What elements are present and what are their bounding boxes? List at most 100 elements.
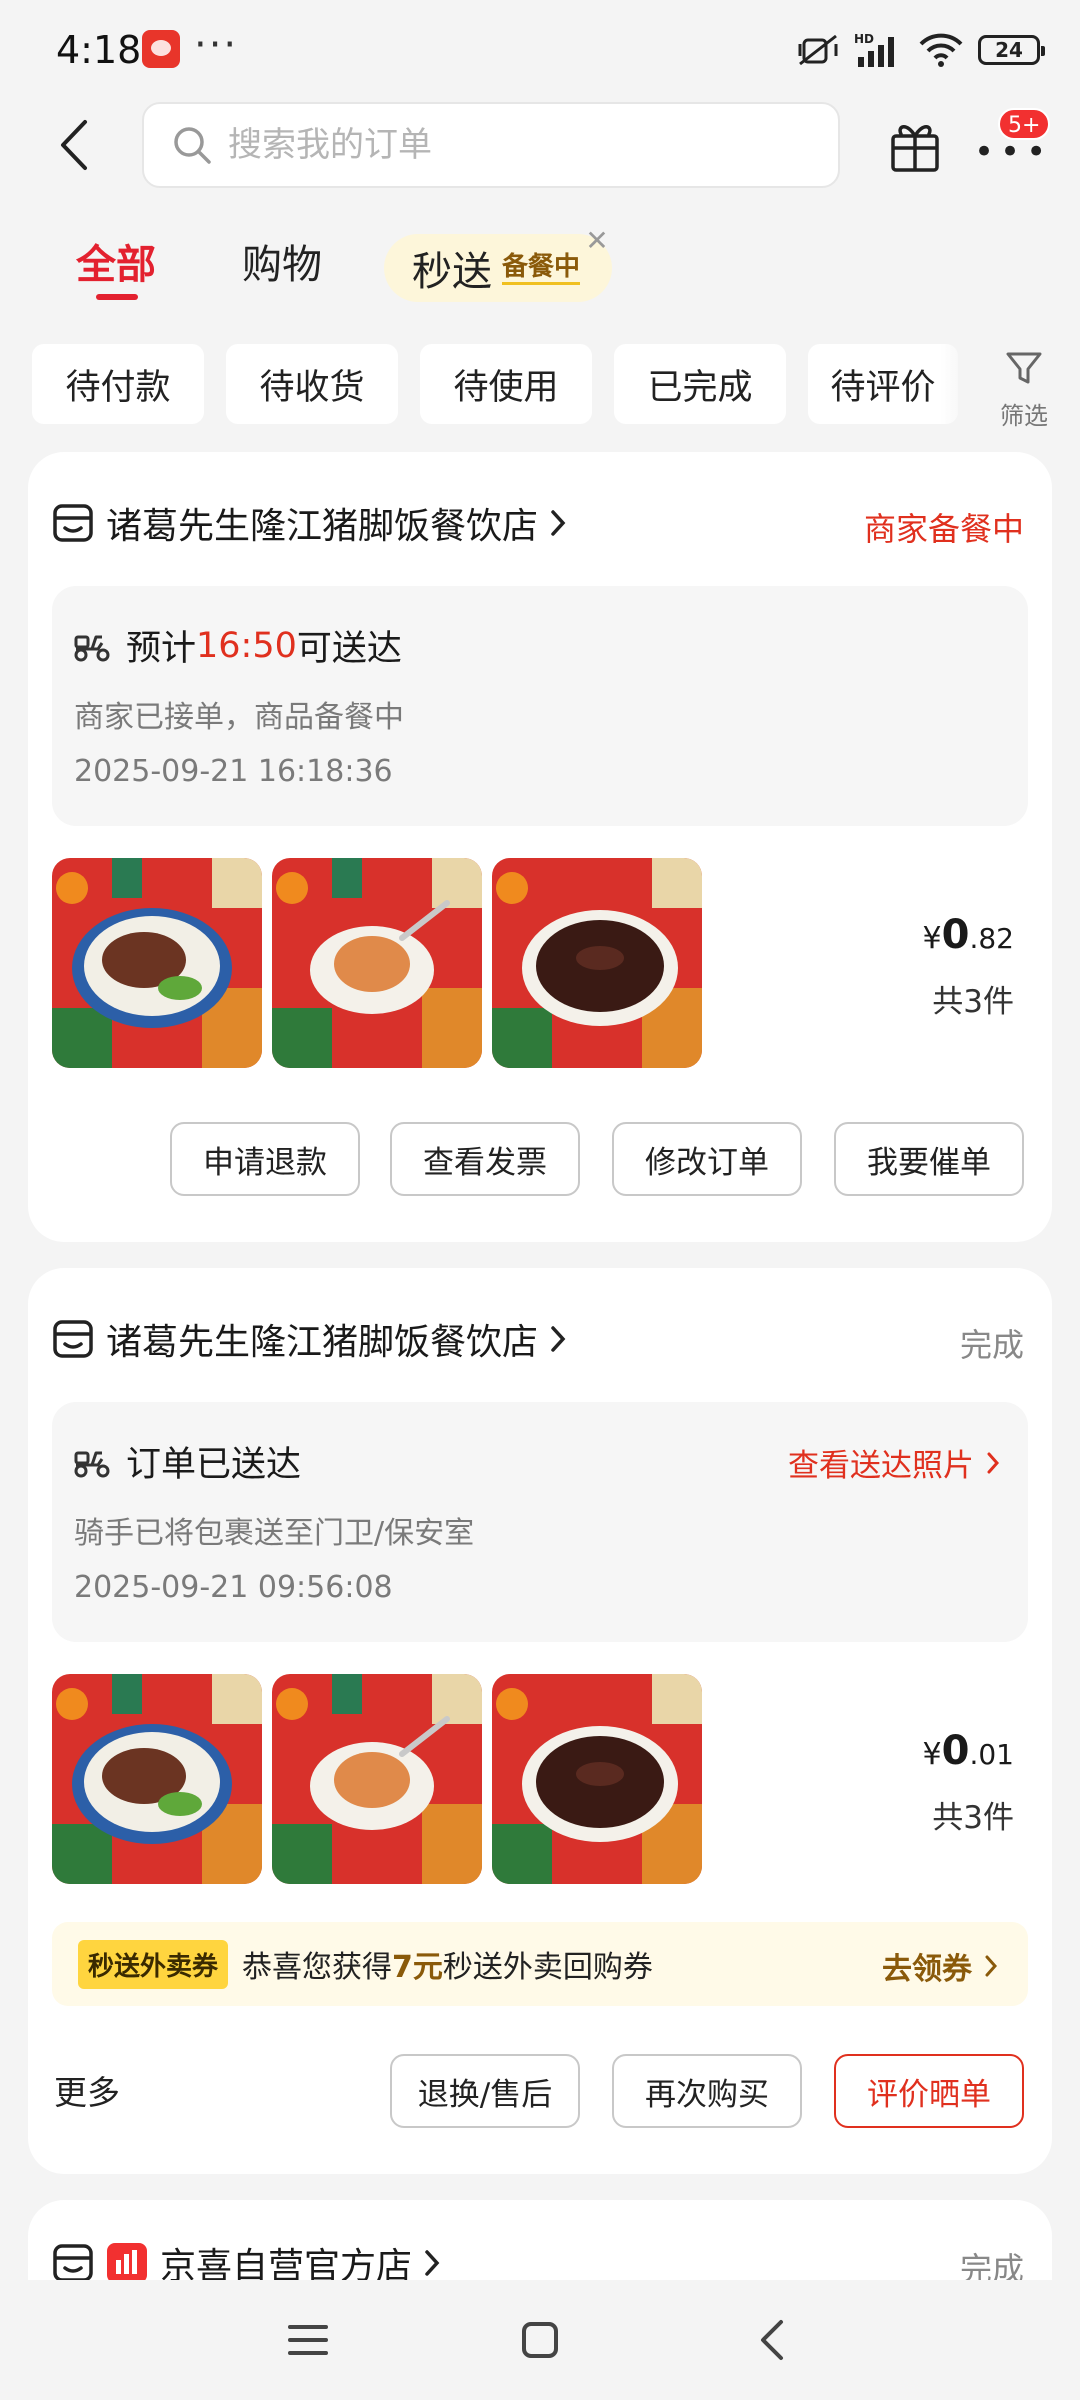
store-icon [53,2244,93,2282]
delivered-line: 订单已送达 [72,1436,301,1487]
status-filter-row: 待付款 待收货 待使用 已完成 待评价 筛选 [0,344,1080,434]
shop-header[interactable]: 诸葛先生隆江猪脚饭餐饮店 [52,498,566,548]
signal-hd-icon: HD [854,32,894,67]
filter-chip-pending-use[interactable]: 待使用 [420,344,592,424]
scooter-icon [74,1451,110,1477]
shop-name: 诸葛先生隆江猪脚饭餐饮店 [106,1322,539,1363]
buy-again-button[interactable]: 再次购买 [612,2054,802,2128]
chevron-right-icon [985,1955,998,1977]
more-actions-link[interactable]: 更多 [54,2066,120,2114]
mute-vibrate-icon [798,34,838,66]
product-thumbnail[interactable] [492,1674,702,1884]
order-progress-text: 商家已接单，商品备餐中 [74,700,404,735]
status-time: 4:18 [56,28,142,72]
tab-shopping[interactable]: 购物 [242,232,322,290]
product-thumbnail[interactable] [272,1674,482,1884]
wifi-icon [919,33,963,67]
eta-time: 16:50 [196,625,297,666]
return-after-sales-button[interactable]: 退换/售后 [390,2054,580,2128]
product-thumbnail[interactable] [272,858,482,1068]
order-quantity: 共3件 [932,984,1014,1020]
chevron-right-icon [987,1452,1000,1473]
product-thumbnail[interactable] [52,858,262,1068]
filter-button[interactable]: 筛选 [980,348,1068,430]
eta-suffix: 可送达 [296,629,402,669]
status-more-dots: ··· [194,22,239,68]
back-triangle-icon [761,2320,783,2360]
tab-flash-delivery[interactable]: 秒送 备餐中 [384,234,612,302]
chevron-right-icon [551,1326,566,1352]
order-timestamp: 2025-09-21 16:18:36 [74,754,393,789]
order-price: ¥0.82 [922,912,1014,958]
gift-icon [891,125,939,172]
home-button[interactable] [510,2310,570,2370]
gift-button[interactable] [880,114,950,178]
close-icon[interactable]: ✕ [582,226,612,256]
coupon-tag: 秒送外卖券 [78,1939,229,1989]
recent-apps-button[interactable] [278,2310,338,2370]
view-invoice-button[interactable]: 查看发票 [390,1122,580,1196]
filter-chip-pending-review[interactable]: 待评价 [808,344,958,424]
tab-all[interactable]: 全部 [76,232,156,290]
svg-text:HD: HD [854,32,874,46]
eta-line: 预计 16:50 可送达 [72,620,402,671]
delivery-location-text: 骑手已将包裹送至门卫/保安室 [74,1516,475,1551]
coupon-text: 恭喜您获得7元秒送外卖回购券 [242,1950,653,1985]
order-status: 商家备餐中 [863,510,1024,548]
filter-label: 筛选 [1000,402,1048,430]
review-order-button[interactable]: 评价晒单 [834,2054,1024,2128]
delivery-info-box[interactable]: 订单已送达 查看送达照片 骑手已将包裹送至门卫/保安室 2025-09-21 0… [52,1402,1028,1642]
status-icons: HD 24 [796,30,1045,70]
order-price: ¥0.01 [922,1728,1014,1774]
back-button[interactable] [44,112,104,178]
more-dots-icon: ••• [974,132,1053,172]
system-back-button[interactable] [742,2310,802,2370]
order-status: 完成 [959,1326,1024,1364]
search-icon [174,127,211,164]
product-thumbnail[interactable] [52,1674,262,1884]
order-type-tabs: 全部 购物 秒送 备餐中 ✕ [0,226,1080,316]
store-icon [53,1320,93,1358]
eta-prefix: 预计 [126,629,197,669]
filter-chip-pending-receipt[interactable]: 待收货 [226,344,398,424]
chevron-right-icon [551,510,566,536]
app-notification-icon [142,30,180,68]
scooter-icon [74,635,110,661]
funnel-icon [1006,352,1042,384]
filter-chip-pending-payment[interactable]: 待付款 [32,344,204,424]
order-card[interactable]: 诸葛先生隆江猪脚饭餐饮店 完成 订单已送达 查看送达照片 骑手已将包裹送至门卫/… [28,1268,1052,2174]
search-input[interactable] [228,125,788,165]
view-delivery-photo-link[interactable]: 查看送达照片 [788,1440,1000,1485]
tab-flash-badge: 备餐中 [502,252,581,285]
back-arrow-icon [61,120,87,170]
modify-order-button[interactable]: 修改订单 [612,1122,802,1196]
coupon-banner[interactable]: 秒送外卖券 恭喜您获得7元秒送外卖回购券 去领券 [52,1922,1028,2006]
system-nav-bar [0,2280,1080,2400]
product-thumbnail[interactable] [492,858,702,1068]
home-square-icon [522,2322,558,2358]
delivery-info-box[interactable]: 预计 16:50 可送达 商家已接单，商品备餐中 2025-09-21 16:18:… [52,586,1028,826]
chevron-right-icon [425,2250,440,2276]
order-card[interactable]: 诸葛先生隆江猪脚饭餐饮店 商家备餐中 预计 16:50 可送达 商家已接单，商品备餐… [28,452,1052,1242]
delivered-title: 订单已送达 [126,1445,302,1485]
shop-name: 诸葛先生隆江猪脚饭餐饮店 [106,506,539,547]
menu-icon [288,2325,328,2355]
claim-coupon-link[interactable]: 去领券 [882,1944,998,1988]
shop-header[interactable]: 诸葛先生隆江猪脚饭餐饮店 [52,1314,566,1364]
header: ••• 5+ [0,100,1080,192]
order-quantity: 共3件 [932,1800,1014,1836]
jingxi-logo-icon [107,2243,147,2283]
more-menu-button[interactable]: ••• 5+ [968,108,1051,178]
filter-chip-completed[interactable]: 已完成 [614,344,786,424]
filter-fade [940,344,970,424]
order-timestamp: 2025-09-21 09:56:08 [74,1570,393,1605]
search-bar[interactable] [142,102,840,188]
request-refund-button[interactable]: 申请退款 [170,1122,360,1196]
store-icon [53,504,93,542]
status-bar: 4:18 ··· HD 24 [0,0,1080,100]
battery-icon: 24 [978,35,1045,65]
notification-badge: 5+ [998,108,1051,140]
tab-active-indicator [96,294,138,300]
urge-order-button[interactable]: 我要催单 [834,1122,1024,1196]
tab-flash-label: 秒送 [412,249,492,295]
